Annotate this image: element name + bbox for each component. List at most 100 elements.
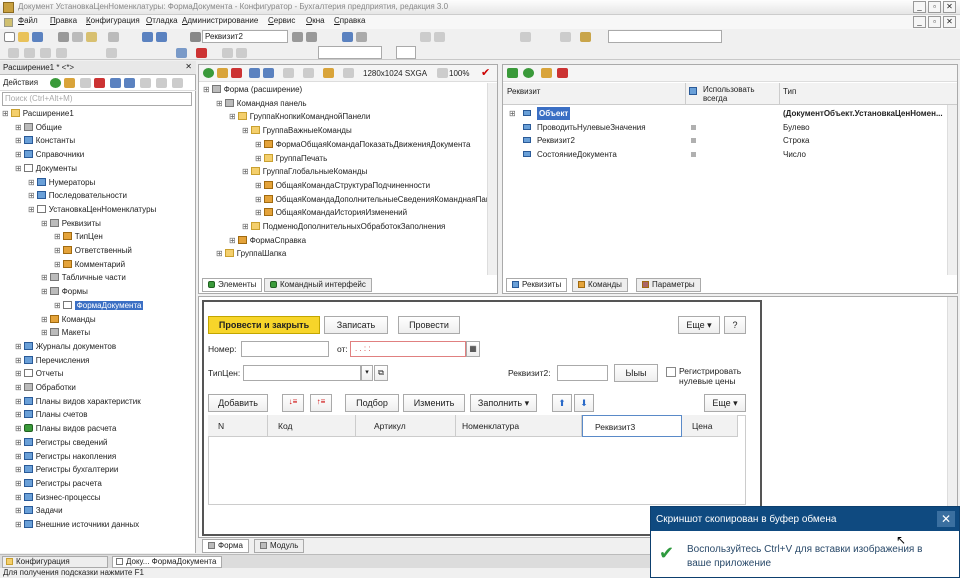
edit-element-icon[interactable] [217, 68, 228, 78]
tree-item[interactable]: ⊞ ГруппаГлобальныеКоманды [242, 165, 367, 178]
attribute-search-combo[interactable]: Реквизит2 [202, 30, 288, 43]
expand-icon[interactable]: ⊞ [41, 273, 48, 282]
expand-icon[interactable]: ⊞ [255, 195, 262, 204]
expand-icon[interactable]: ⊞ [242, 222, 249, 231]
clock-icon[interactable] [580, 32, 591, 42]
menu-configuration[interactable]: Конфигурация [86, 16, 140, 25]
attribute-row[interactable]: СостояниеДокумента Число [503, 148, 947, 161]
tree-item[interactable]: ⊞ ОбщаяКомандаСтруктураПодчиненности [255, 179, 430, 192]
restore-icon[interactable]: ▫ [928, 1, 941, 13]
tree-item[interactable]: ⊞ Расширение1 [2, 107, 74, 120]
tree-item[interactable]: ⊞ ГруппаПечать [255, 152, 327, 165]
expand-icon[interactable]: ⊞ [15, 342, 22, 351]
tree-item[interactable]: ⊞ Реквизиты [41, 217, 101, 230]
fill-button[interactable]: Заполнить ▾ [470, 394, 537, 412]
add-icon[interactable] [50, 78, 61, 88]
expand-icon[interactable]: ⊞ [15, 397, 22, 406]
expand-icon[interactable]: ⊞ [15, 150, 22, 159]
tree-item[interactable]: ⊞ Планы видов расчета [15, 422, 116, 435]
tab-form[interactable]: Форма [202, 539, 249, 553]
delete-element-icon[interactable] [231, 68, 242, 78]
tree-item[interactable]: ⊞ Нумераторы [28, 176, 95, 189]
expand-icon[interactable]: ⊞ [15, 438, 22, 447]
compare-icon[interactable] [434, 32, 445, 42]
preview-icon[interactable] [303, 68, 314, 78]
expand-icon[interactable]: ⊞ [509, 107, 516, 120]
tree-item[interactable]: ⊞ Общие [15, 121, 62, 134]
copy-item-icon[interactable] [80, 78, 91, 88]
expand-icon[interactable]: ⊞ [242, 126, 249, 135]
indent-icon[interactable] [8, 48, 19, 58]
redo-icon[interactable] [156, 32, 167, 42]
edit-attribute-icon[interactable] [541, 68, 552, 78]
tab-attributes[interactable]: Реквизиты [506, 278, 568, 292]
element-up-icon[interactable] [249, 68, 260, 78]
menu-service[interactable]: Сервис [268, 16, 295, 25]
tree-item[interactable]: ⊞ Внешние источники данных [15, 518, 139, 531]
debug-start-icon[interactable] [342, 32, 353, 42]
toolbar-combo[interactable] [608, 30, 722, 43]
preview-scrollbar[interactable] [947, 297, 957, 537]
tree-item[interactable]: ⊞ Макеты [41, 326, 90, 339]
tree-item[interactable]: ⊞ Ответственный [54, 244, 132, 257]
tree-item[interactable]: ⊞ Командная панель [216, 97, 307, 110]
child-restore-icon[interactable]: ▫ [928, 16, 941, 28]
expand-icon[interactable]: ⊞ [41, 328, 48, 337]
move-down-icon[interactable] [124, 78, 135, 88]
expand-icon[interactable]: ⊞ [41, 315, 48, 324]
outdent-icon[interactable] [24, 48, 35, 58]
tab-commands[interactable]: Команды [572, 278, 628, 292]
form-more-button[interactable]: Еще ▾ [678, 316, 720, 334]
tree-item[interactable]: ⊞ Команды [41, 313, 96, 326]
yy-button[interactable]: Ыыы [614, 364, 658, 382]
expand-icon[interactable]: ⊞ [15, 369, 22, 378]
col-n[interactable]: N [208, 415, 268, 437]
tree-item[interactable]: ⊞ Задачи [15, 504, 63, 517]
calendar-icon[interactable]: ▦ [466, 341, 480, 357]
tree-item[interactable]: ⊞ Регистры бухгалтерии [15, 463, 118, 476]
tree-item[interactable]: ⊞ Отчеты [15, 367, 63, 380]
date-input[interactable]: . . : : [350, 341, 466, 357]
tree-item[interactable]: ⊞ ФормаСправка [229, 234, 306, 247]
expand-icon[interactable]: ⊞ [54, 301, 61, 310]
find-icon[interactable] [190, 32, 201, 42]
attribute-row[interactable]: ПроводитьНулевыеЗначения Булево [503, 121, 947, 134]
expand-icon[interactable]: ⊞ [255, 154, 262, 163]
module-icon[interactable] [520, 32, 531, 42]
sort-asc-icon[interactable]: ↓≡ [282, 394, 304, 412]
edit-icon[interactable] [64, 78, 75, 88]
change-button[interactable]: Изменить [403, 394, 465, 412]
expand-icon[interactable]: ⊞ [54, 246, 61, 255]
cut-icon[interactable] [58, 32, 69, 42]
expand-icon[interactable]: ⊞ [15, 123, 22, 132]
expand-icon[interactable]: ⊞ [54, 260, 61, 269]
expand-icon[interactable]: ⊞ [15, 465, 22, 474]
text-icon[interactable] [106, 48, 117, 58]
elements-scrollbar[interactable] [487, 83, 497, 275]
resolution-select[interactable]: 1280x1024 SXGA [363, 69, 427, 78]
tree-item[interactable]: ⊞ ПодменюДополнительныхОбработокЗаполнени… [242, 220, 445, 233]
tree-item[interactable]: ⊞ ГруппаКнопкиКоманднойПанели [229, 110, 370, 123]
taskbar-configuration[interactable]: Конфигурация [2, 556, 108, 568]
attr2-input[interactable] [557, 365, 608, 381]
layout-icon[interactable] [283, 68, 294, 78]
move-up-icon[interactable] [110, 78, 121, 88]
search-prev-icon[interactable] [306, 32, 317, 42]
align-icon[interactable] [343, 68, 354, 78]
col-code[interactable]: Код [268, 415, 356, 437]
new-icon[interactable] [4, 32, 15, 42]
tree-item[interactable]: ⊞ ФормаОбщаяКомандаПоказатьДвиженияДокуме… [255, 138, 470, 151]
child-minimize-icon[interactable]: _ [913, 16, 926, 28]
expand-icon[interactable]: ⊞ [229, 112, 236, 121]
tree-item[interactable]: ⊞ Планы счетов [15, 408, 88, 421]
paste-icon[interactable] [86, 32, 97, 42]
expand-icon[interactable]: ⊞ [15, 493, 22, 502]
print-icon[interactable] [108, 32, 119, 42]
menu-help[interactable]: Справка [334, 16, 365, 25]
undo-icon[interactable] [142, 32, 153, 42]
tree-item[interactable]: ⊞ УстановкаЦенНоменклатуры [28, 203, 156, 216]
tab-elements[interactable]: Элементы [202, 278, 263, 292]
expand-icon[interactable]: ⊞ [2, 109, 9, 118]
menu-debug[interactable]: Отладка [146, 16, 178, 25]
tab-parameters[interactable]: Параметры [636, 278, 701, 292]
